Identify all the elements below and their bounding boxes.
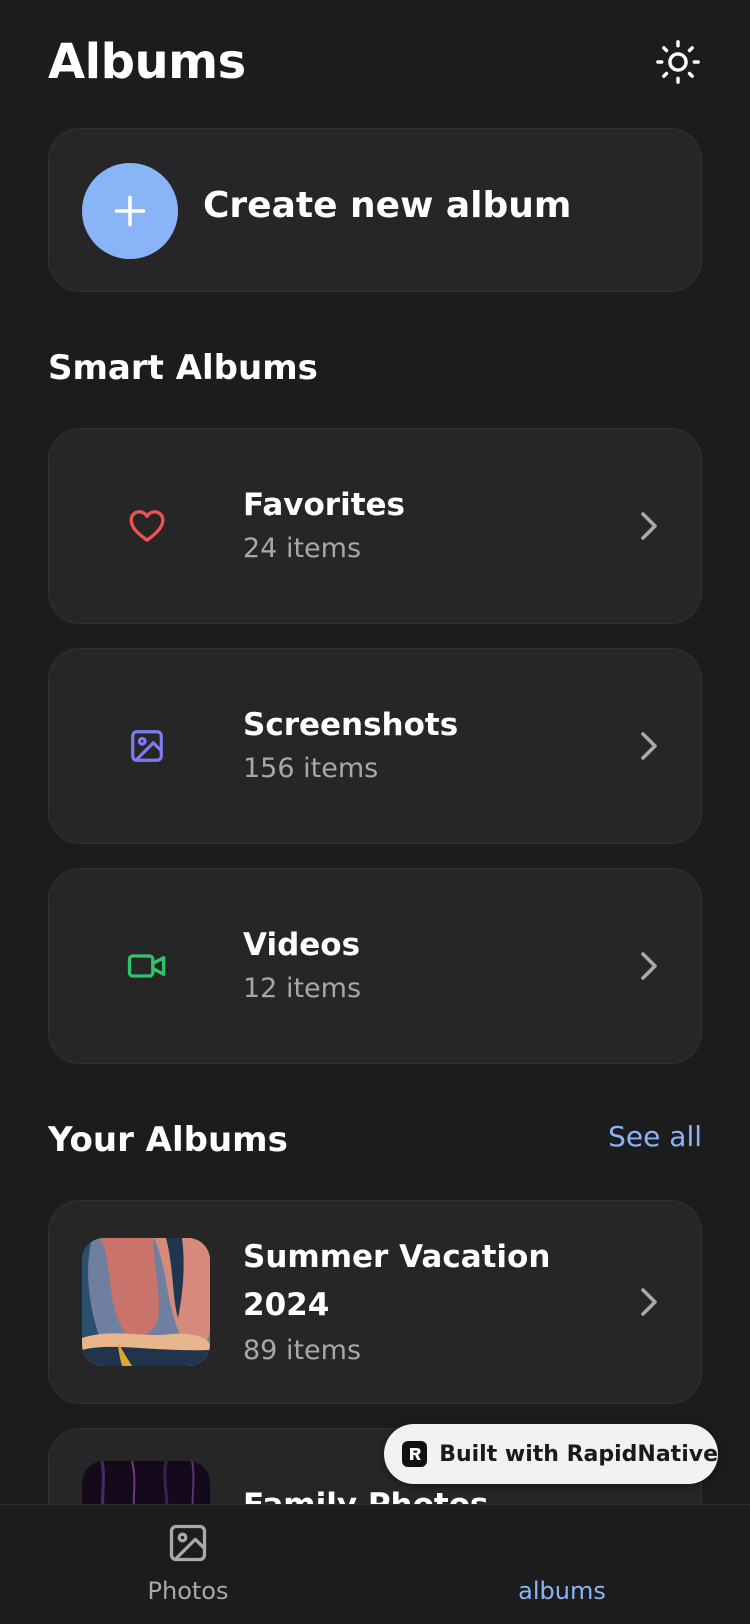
- your-albums-heading: Your Albums: [48, 1120, 288, 1160]
- video-icon: [127, 954, 166, 978]
- smart-album-videos[interactable]: Videos 12 items: [48, 868, 702, 1064]
- theme-toggle-button[interactable]: [654, 38, 702, 86]
- album-count: 89 items: [243, 1335, 362, 1366]
- album-name: Screenshots: [243, 707, 459, 743]
- album-card-summer-vacation[interactable]: Summer Vacation 2024 89 items: [48, 1200, 702, 1404]
- rapidnative-logo-icon: [402, 1441, 428, 1467]
- heart-icon: [129, 510, 165, 542]
- header: Albums: [48, 30, 702, 102]
- chevron-right-icon: [637, 726, 661, 766]
- screenshots-icon-slot: [127, 726, 167, 766]
- page-title: Albums: [48, 34, 246, 90]
- badge-label: Built with RapidNative: [439, 1441, 718, 1467]
- tab-photos[interactable]: Photos: [63, 1505, 313, 1624]
- tab-bar: Photos albums: [0, 1504, 750, 1624]
- see-all-link[interactable]: See all: [608, 1120, 702, 1153]
- built-with-badge[interactable]: Built with RapidNative: [384, 1424, 718, 1484]
- videos-icon-slot: [127, 946, 167, 986]
- album-count: 24 items: [243, 533, 362, 564]
- tab-albums[interactable]: albums: [437, 1505, 687, 1624]
- tab-label: Photos: [147, 1577, 229, 1605]
- tab-label: albums: [518, 1577, 606, 1605]
- album-name-line1: Summer Vacation: [243, 1239, 551, 1275]
- album-name: Videos: [243, 927, 361, 963]
- albums-screen: Albums Create new album Smart Albums Fav…: [0, 0, 750, 1624]
- album-count: 12 items: [243, 973, 362, 1004]
- chevron-right-icon: [637, 1282, 661, 1322]
- chevron-right-icon: [637, 946, 661, 986]
- photo-icon: [169, 1524, 207, 1562]
- plus-icon: [114, 195, 146, 227]
- smart-album-screenshots[interactable]: Screenshots 156 items: [48, 648, 702, 844]
- image-icon: [131, 730, 163, 762]
- create-album-circle: [82, 163, 178, 259]
- album-thumbnail: [82, 1238, 210, 1366]
- smart-albums-heading: Smart Albums: [48, 348, 318, 388]
- smart-album-favorites[interactable]: Favorites 24 items: [48, 428, 702, 624]
- album-count: 156 items: [243, 753, 379, 784]
- create-album-button[interactable]: Create new album: [48, 128, 702, 292]
- chevron-right-icon: [637, 506, 661, 546]
- album-name: Favorites: [243, 487, 405, 523]
- favorites-icon-slot: [127, 506, 167, 546]
- sun-icon: [656, 40, 700, 84]
- album-name-line2: 2024: [243, 1287, 330, 1323]
- create-album-label: Create new album: [203, 185, 572, 226]
